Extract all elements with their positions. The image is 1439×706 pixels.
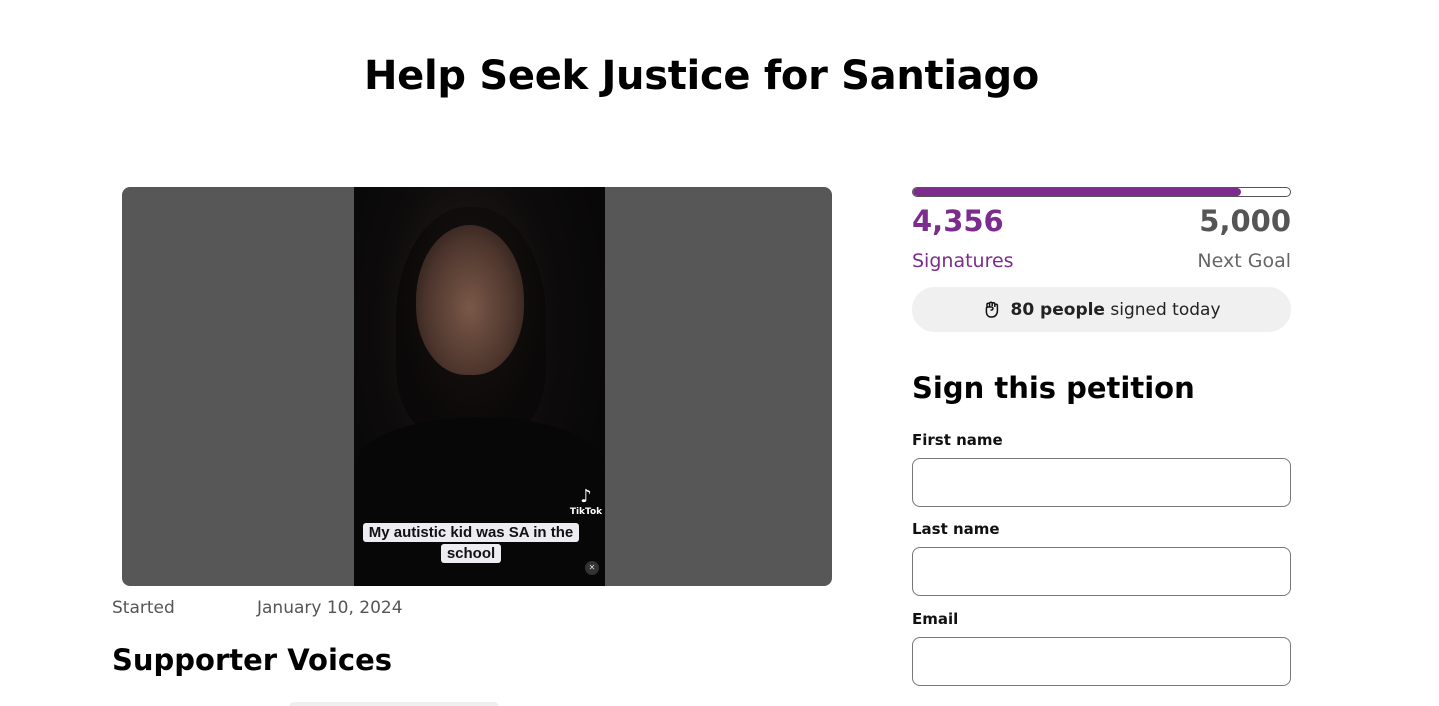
signatures-label: Signatures (912, 250, 1014, 272)
email-field[interactable] (912, 637, 1291, 686)
muted-speaker-icon[interactable]: ✕ (585, 561, 599, 575)
email-label: Email (912, 610, 959, 628)
signature-progress-bar (912, 187, 1291, 197)
video-caption: My autistic kid was SA in the school (354, 522, 588, 564)
tiktok-watermark: ♪ TikTok (569, 486, 603, 518)
sign-petition-heading: Sign this petition (912, 371, 1195, 405)
page-title: Help Seek Justice for Santiago (364, 53, 1039, 99)
supporter-voices-heading: Supporter Voices (112, 643, 393, 677)
supporter-voices-tab[interactable] (289, 702, 499, 706)
video-caption-text: My autistic kid was SA in the school (362, 523, 580, 563)
signature-count: 4,356 (912, 204, 1004, 238)
next-goal-label: Next Goal (1197, 250, 1291, 272)
started-label: Started (112, 598, 175, 618)
last-name-label: Last name (912, 520, 1000, 538)
signed-today-count: 80 people (1010, 299, 1105, 320)
petition-media[interactable]: ♪ TikTok My autistic kid was SA in the s… (122, 187, 832, 586)
video-player[interactable]: ♪ TikTok My autistic kid was SA in the s… (354, 187, 605, 586)
tiktok-logo-icon: ♪ (580, 486, 592, 507)
video-frame-face (416, 225, 524, 375)
last-name-field[interactable] (912, 547, 1291, 596)
first-name-field[interactable] (912, 458, 1291, 507)
first-name-label: First name (912, 431, 1003, 449)
goal-count: 5,000 (1199, 204, 1291, 238)
signed-today-text: 80 people signed today (1010, 300, 1220, 320)
signed-today-badge: 80 people signed today (912, 287, 1291, 332)
tiktok-watermark-text: TikTok (569, 507, 603, 517)
signed-today-suffix: signed today (1110, 299, 1221, 320)
raised-fist-icon (982, 300, 1002, 320)
started-date: January 10, 2024 (257, 598, 403, 618)
signature-progress-fill (913, 188, 1242, 196)
